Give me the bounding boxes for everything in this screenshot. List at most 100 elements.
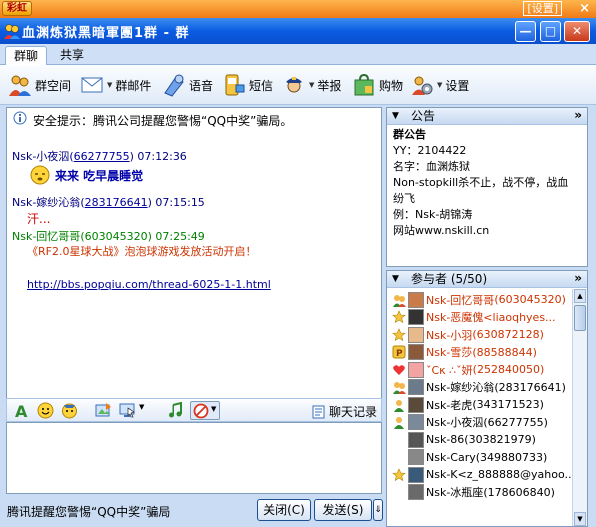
member-qq: (88588844) <box>472 345 537 359</box>
colorful-badge[interactable]: 彩虹 <box>2 1 32 16</box>
member-name: Nsk-小夜泅 <box>426 416 484 429</box>
chevron-down-icon[interactable]: ▼ <box>139 403 144 411</box>
music-icon[interactable] <box>167 402 184 419</box>
mail-icon <box>81 77 103 93</box>
tab-share[interactable]: 共享 <box>52 46 92 65</box>
sender-name[interactable]: Nsk-嫁纱沁翁 <box>12 196 80 209</box>
sender-qq[interactable]: (603045320) <box>80 230 152 243</box>
member-item[interactable]: Nsk-老虎 (343171523) <box>392 396 544 413</box>
member-name: Nsk-86 <box>426 433 465 446</box>
member-qq: (252840050) <box>472 363 545 376</box>
member-icon <box>392 398 406 412</box>
member-item[interactable]: Nsk-嫁纱沁翁 (283176641) <box>392 379 566 396</box>
toolbar-label: 短信 <box>249 78 274 93</box>
avatar <box>408 414 424 430</box>
member-item[interactable]: Nsk-回忆哥哥 (603045320) <box>392 291 566 308</box>
chat-history-button[interactable]: 聊天记录 <box>312 403 377 420</box>
sender-qq[interactable]: 66277755 <box>74 150 130 163</box>
message-link[interactable]: http://bbs.popqiu.com/thread-6025-1-1.ht… <box>27 278 271 291</box>
block-message-toggle[interactable]: ▼ <box>190 401 220 420</box>
report-button[interactable]: ▼ 举报 <box>282 71 341 99</box>
group-toolbar: 群空间 ▼ 群邮件 语音 短信 ▼ 举报 购物 ▼ 设置 <box>0 65 596 105</box>
member-item[interactable]: Nsk-Cary (349880733) <box>392 449 547 466</box>
send-options-button[interactable]: ⇓ <box>373 499 383 521</box>
members-header[interactable]: ▼ 参与者 (5/50) » <box>387 271 587 288</box>
message-header: Nsk-小夜泅(66277755) 07:12:36 <box>12 150 187 163</box>
announcement-heading: 群公告 <box>393 128 426 141</box>
settings-link[interactable]: [设置] <box>523 1 562 16</box>
member-item[interactable]: Nsk-86 (303821979) <box>392 431 536 448</box>
security-notice: 安全提示：腾讯公司提醒您警惕“QQ中奖”骗局。 <box>33 114 293 128</box>
chat-history[interactable]: 安全提示：腾讯公司提醒您警惕“QQ中奖”骗局。 Nsk-小夜泅(66277755… <box>6 107 382 441</box>
member-item[interactable]: Nsk-K<z_888888@yahoo... <box>392 466 575 483</box>
screenshot-icon[interactable] <box>119 402 136 419</box>
main-frame: 群聊 共享 群空间 ▼ 群邮件 语音 短信 ▼ 举报 购物 ▼ 设置 安全提示：… <box>0 44 596 527</box>
tab-bar: 群聊 共享 <box>0 44 596 65</box>
group-mail-button[interactable]: ▼ 群邮件 <box>80 71 151 99</box>
member-name: Nsk-回忆哥哥 <box>426 293 495 307</box>
sms-button[interactable]: 短信 <box>222 71 273 99</box>
strip-close-icon[interactable]: × <box>579 0 590 17</box>
toolbar-label: 设置 <box>445 78 470 93</box>
message-header: Nsk-回忆哥哥(603045320) 07:25:49 <box>12 228 205 244</box>
announcement-line: 例：Nsk-胡锦涛 <box>393 208 473 221</box>
member-item[interactable]: P Nsk-雪莎 (88588844) <box>392 344 537 361</box>
admin-star-icon <box>392 327 406 342</box>
message-text: 来来 吃早晨睡觉 <box>55 168 144 183</box>
send-picture-icon[interactable] <box>95 402 112 419</box>
no-entry-icon <box>193 403 209 419</box>
announcement-body: 群公告 YY：2104422 名字：血渊炼狱 Non-stopkill杀不止，战… <box>387 125 587 241</box>
member-item[interactable]: Nsk-小夜泅 (66277755) <box>392 414 548 431</box>
shopping-button[interactable]: 购物 <box>352 71 403 99</box>
info-icon <box>13 111 27 125</box>
member-item[interactable]: Nsk-恶魔傀<liaoqhyes... <box>392 309 556 326</box>
settings-button[interactable]: ▼ 设置 <box>410 71 469 99</box>
send-button[interactable]: 发送(S) <box>314 499 372 521</box>
announcement-line: YY：2104422 <box>393 144 467 157</box>
admin-star-icon <box>392 310 406 324</box>
member-item[interactable]: Nsk-小羽 (630872128) <box>392 326 544 343</box>
close-button[interactable]: 关闭(C) <box>257 499 311 521</box>
emoji-icon[interactable] <box>37 402 54 419</box>
expand-icon[interactable]: » <box>574 271 582 286</box>
voice-button[interactable]: 语音 <box>162 71 213 99</box>
scroll-down-icon[interactable]: ▼ <box>574 512 586 526</box>
maximize-button[interactable]: □ <box>540 21 561 42</box>
member-qq: (66277755) <box>483 415 548 429</box>
chevron-down-icon[interactable]: ▼ <box>107 81 112 89</box>
collapse-arrow-icon[interactable]: ▼ <box>392 108 399 124</box>
fraud-tip: 腾讯提醒您警惕“QQ中奖”骗局 <box>7 505 171 519</box>
chevron-down-icon[interactable]: ▼ <box>309 81 314 89</box>
member-name: Nsk-Cary <box>426 450 476 464</box>
scroll-thumb[interactable] <box>574 305 586 331</box>
chevron-down-icon[interactable]: ▼ <box>437 81 442 89</box>
message-time: 07:15:15 <box>155 196 205 209</box>
scroll-up-icon[interactable]: ▲ <box>574 289 586 303</box>
sender-name[interactable]: Nsk-小夜泅 <box>12 150 69 163</box>
announcement-header[interactable]: ▼ 公告 » <box>387 108 587 125</box>
sender-name[interactable]: Nsk-回忆哥哥 <box>12 230 80 243</box>
chevron-down-icon[interactable]: ▼ <box>211 405 216 413</box>
svg-text:A: A <box>15 402 28 419</box>
group-space-button[interactable]: 群空间 <box>8 71 71 99</box>
member-item[interactable]: Nsk-冰瓶座 (178606840) <box>392 484 555 501</box>
member-scrollbar[interactable]: ▲ ▼ <box>572 289 587 526</box>
history-icon <box>312 405 325 418</box>
member-item[interactable]: ˇСκ ∴ˇ妍 (252840050) <box>392 361 544 378</box>
announcement-title: 公告 <box>411 109 436 123</box>
magic-emoji-icon[interactable] <box>61 402 78 419</box>
tab-group-chat[interactable]: 群聊 <box>5 46 48 65</box>
message-input[interactable] <box>6 422 382 494</box>
minimize-button[interactable]: — <box>515 21 536 42</box>
chat-history-label: 聊天记录 <box>328 405 377 419</box>
announcement-line: Non-stopkill杀不止，战不停，战血 <box>393 176 569 189</box>
vip-badge-icon: P <box>392 345 406 359</box>
expand-icon[interactable]: » <box>574 107 582 123</box>
announcement-line: 纷飞 <box>393 192 415 205</box>
collapse-arrow-icon[interactable]: ▼ <box>392 271 399 287</box>
close-window-button[interactable]: ✕ <box>564 21 590 42</box>
avatar <box>408 449 424 465</box>
sender-qq[interactable]: 283176641 <box>85 196 148 209</box>
font-icon[interactable]: A <box>13 402 30 419</box>
shopping-bag-icon <box>354 73 374 96</box>
